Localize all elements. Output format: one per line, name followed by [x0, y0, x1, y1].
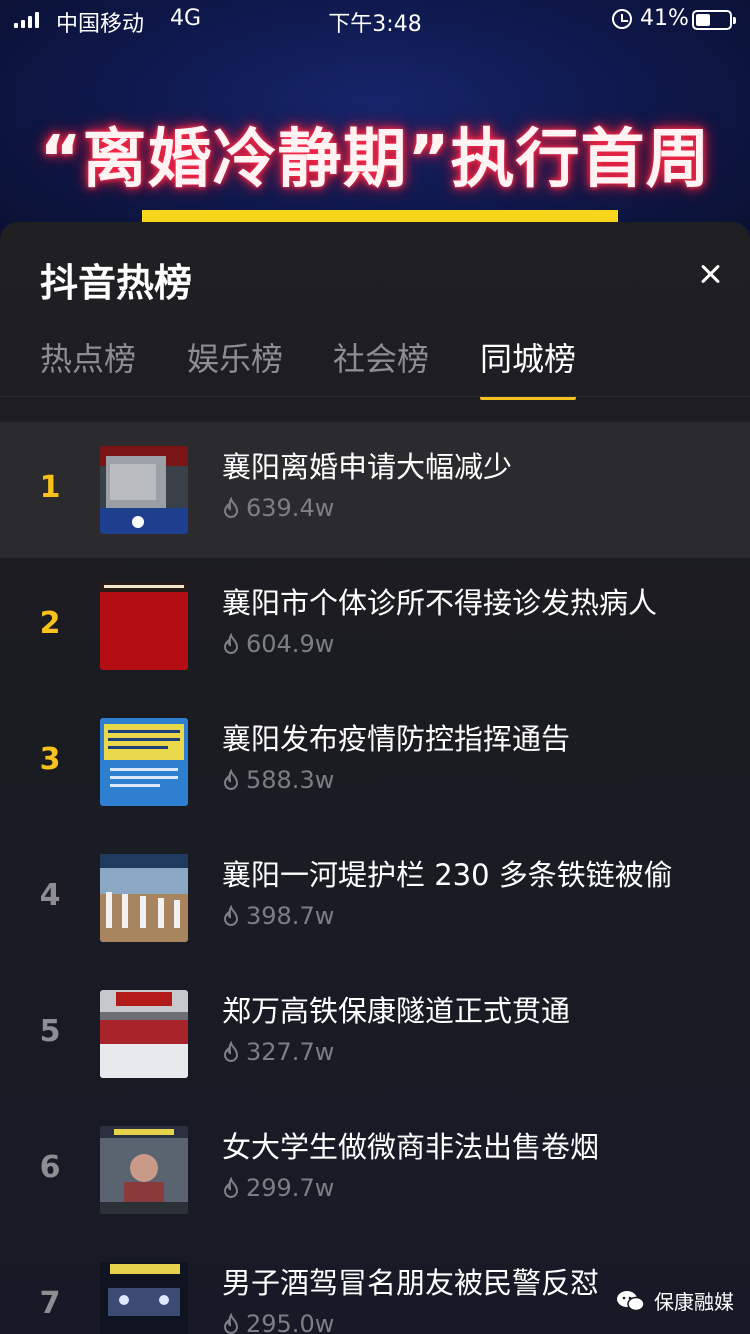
item-title: 襄阳一河堤护栏 230 多条铁链被偷 — [222, 858, 673, 892]
close-icon[interactable] — [694, 258, 726, 290]
video-banner-title: “离婚冷静期”执行首周 — [39, 123, 711, 197]
background-video[interactable]: 中国移动 4G 下午3:48 41% “离婚冷静期”执行首周 — [0, 0, 750, 260]
list-item[interactable]: 5 郑万高铁保康隧道正式贯通 327.7w — [0, 966, 750, 1102]
flame-icon — [223, 1313, 239, 1334]
flame-icon — [223, 769, 239, 790]
heat-number: 327.7w — [246, 1038, 335, 1066]
heat-value: 295.0w — [222, 1310, 334, 1334]
item-title: 襄阳离婚申请大幅减少 — [222, 450, 513, 484]
heat-number: 295.0w — [246, 1310, 335, 1334]
heat-number: 299.7w — [246, 1174, 335, 1202]
list-item[interactable]: 2 襄阳市个体诊所不得接诊发热病人 604.9w — [0, 558, 750, 694]
flame-icon — [223, 1041, 239, 1062]
battery-percent: 41% — [640, 6, 689, 31]
battery-icon — [692, 10, 736, 30]
thumbnail — [100, 582, 188, 670]
tab-divider — [0, 396, 750, 397]
flame-icon — [223, 1177, 239, 1198]
list-item[interactable]: 4 襄阳一河堤护栏 230 多条铁链被偷 398.7w — [0, 830, 750, 966]
tab-local[interactable]: 同城榜 — [480, 334, 577, 400]
rank-number: 7 — [39, 1286, 61, 1321]
item-title: 襄阳发布疫情防控指挥通告 — [222, 722, 571, 756]
douyin-hot-list-screen: 中国移动 4G 下午3:48 41% “离婚冷静期”执行首周 抖音热榜 热点榜 … — [0, 0, 750, 1334]
thumbnail — [100, 990, 188, 1078]
heat-value: 299.7w — [222, 1174, 334, 1202]
heat-number: 639.4w — [246, 494, 335, 522]
item-title: 男子酒驾冒名朋友被民警反怼 — [222, 1266, 600, 1300]
thumbnail — [100, 1262, 188, 1334]
item-title: 襄阳市个体诊所不得接诊发热病人 — [222, 586, 658, 620]
item-title: 女大学生做微商非法出售卷烟 — [222, 1130, 600, 1164]
tab-bar: 热点榜 娱乐榜 社会榜 同城榜 — [0, 334, 750, 400]
heat-number: 398.7w — [246, 902, 335, 930]
thumbnail — [100, 854, 188, 942]
thumbnail — [100, 718, 188, 806]
item-title: 郑万高铁保康隧道正式贯通 — [222, 994, 571, 1028]
tab-society[interactable]: 社会榜 — [333, 334, 429, 398]
alarm-icon — [612, 9, 632, 29]
rank-number: 5 — [39, 1014, 61, 1049]
heat-value: 327.7w — [222, 1038, 334, 1066]
list-item[interactable]: 1 襄阳离婚申请大幅减少 639.4w — [0, 422, 750, 558]
heat-value: 639.4w — [222, 494, 334, 522]
thumbnail — [100, 1126, 188, 1214]
watermark-text: 保康融媒 — [654, 1290, 734, 1314]
thumbnail — [100, 446, 188, 534]
heat-number: 604.9w — [246, 630, 335, 658]
wechat-icon — [617, 1290, 645, 1311]
watermark: 保康融媒 — [616, 1286, 734, 1315]
list-item[interactable]: 6 女大学生做微商非法出售卷烟 299.7w — [0, 1102, 750, 1238]
flame-icon — [223, 633, 239, 654]
flame-icon — [223, 497, 239, 518]
heat-value: 604.9w — [222, 630, 334, 658]
panel-title: 抖音热榜 — [40, 261, 193, 305]
rank-number: 3 — [39, 742, 61, 777]
tab-entertainment[interactable]: 娱乐榜 — [187, 334, 283, 398]
rank-number: 2 — [39, 606, 61, 641]
rank-number: 4 — [39, 878, 61, 913]
heat-value: 398.7w — [222, 902, 334, 930]
tab-hot[interactable]: 热点榜 — [40, 334, 136, 398]
flame-icon — [223, 905, 239, 926]
hot-list-panel: 抖音热榜 热点榜 娱乐榜 社会榜 同城榜 1 襄阳离婚申请大幅减少 639.4w… — [0, 222, 750, 1334]
rank-number: 1 — [39, 470, 61, 505]
heat-number: 588.3w — [246, 766, 335, 794]
heat-value: 588.3w — [222, 766, 334, 794]
status-bar: 中国移动 4G 下午3:48 41% — [0, 0, 750, 40]
status-time: 下午3:48 — [328, 12, 422, 37]
list-item[interactable]: 3 襄阳发布疫情防控指挥通告 588.3w — [0, 694, 750, 830]
rank-number: 6 — [39, 1150, 61, 1185]
